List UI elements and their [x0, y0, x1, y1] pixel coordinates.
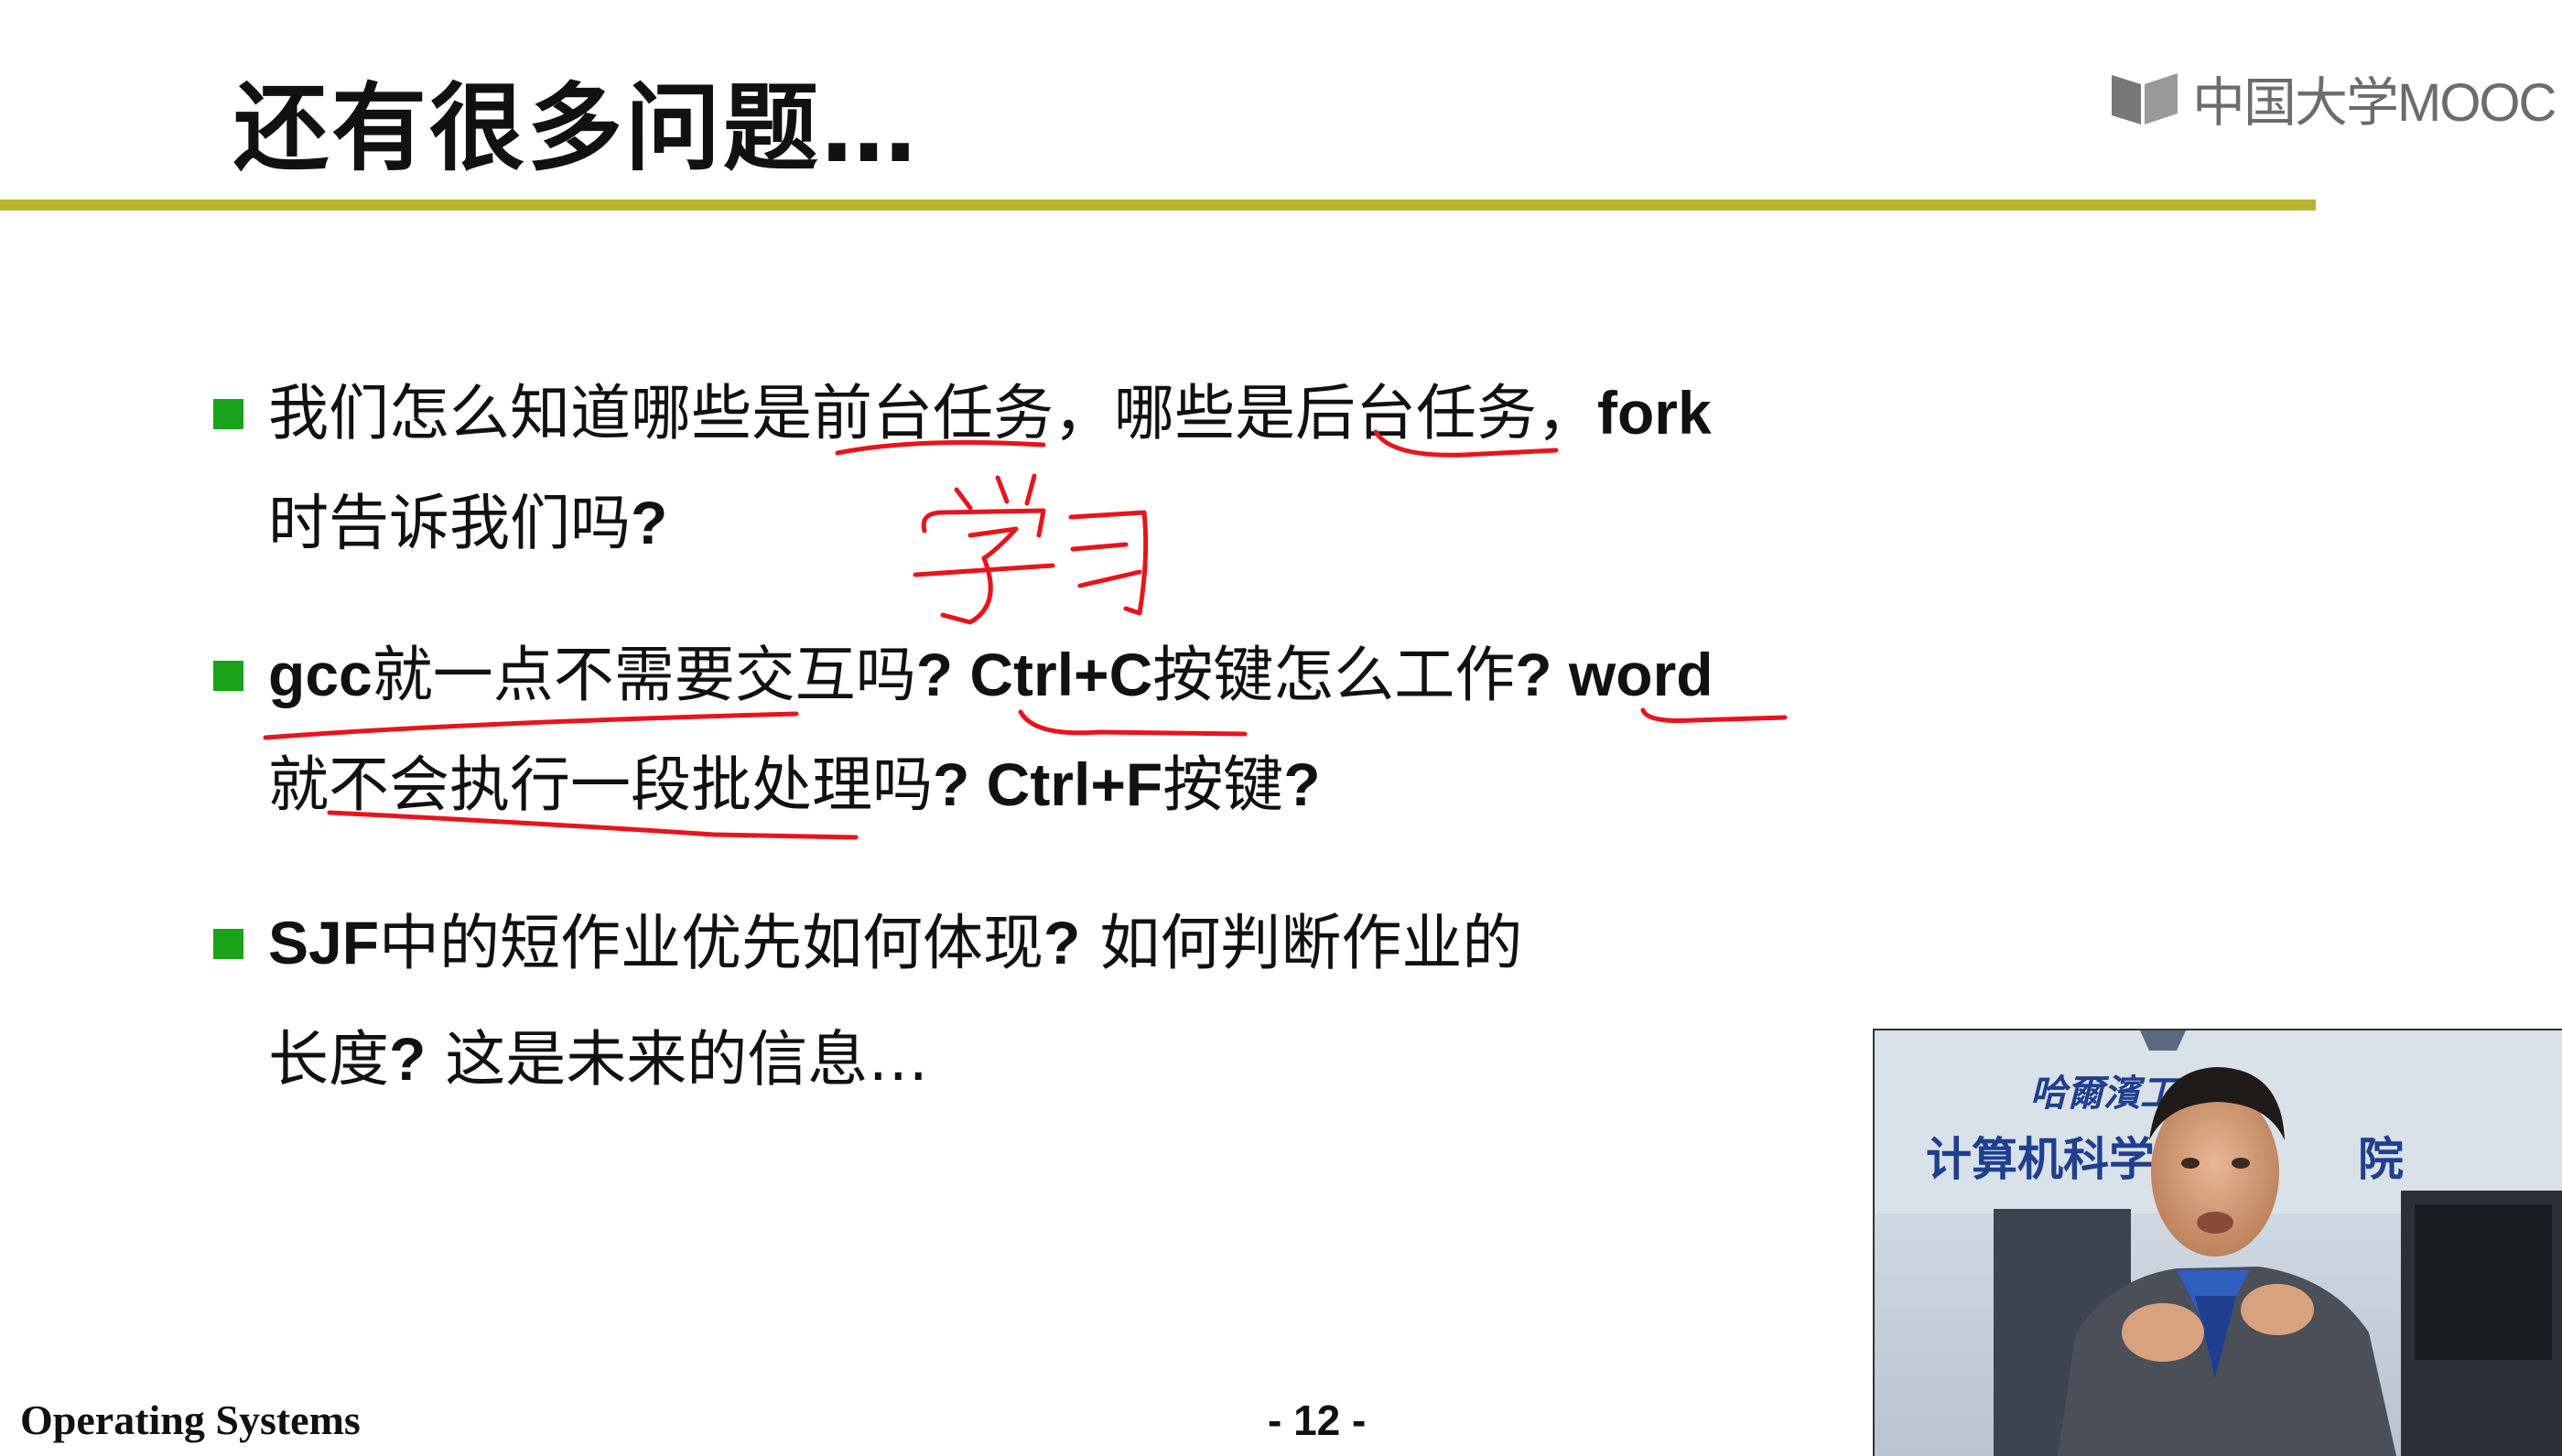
mooc-book-icon — [2112, 73, 2178, 124]
bullet-1-line-2: 时告诉我们吗? — [268, 488, 668, 558]
underline-gcc-interactive — [263, 711, 799, 740]
underline-word — [1640, 707, 1788, 723]
webcam-overlay: 哈爾濱工業大 计算机科学与技 院 — [1873, 1029, 2562, 1456]
bullet-1-line-1: 我们怎么知道哪些是前台任务，哪些是后台任务，fork — [268, 378, 1712, 448]
mooc-logo: 中国大学MOOC — [2110, 66, 2557, 133]
page-number: - 12 - — [1268, 1397, 1367, 1444]
title-divider — [0, 200, 2316, 210]
bullet-marker-2 — [213, 661, 243, 691]
underline-ctrl-c — [1018, 709, 1248, 737]
webcam-scene: 哈爾濱工業大 计算机科学与技 院 — [1875, 1030, 2562, 1456]
slide-title: 还有很多问题… — [233, 72, 920, 184]
bullet-2-line-1: gcc就一点不需要交互吗? Ctrl+C按键怎么工作? word — [268, 640, 1713, 710]
handwriting-annotation: 学习 — [1007, 577, 1025, 588]
bullet-3-line-1: SJF中的短作业优先如何体现? 如何判断作业的 — [268, 908, 1523, 978]
bullet-marker-1 — [213, 399, 243, 429]
mooc-logo-text: 中国大学MOOC — [2192, 73, 2557, 133]
bullet-3-line-2: 长度? 这是未来的信息… — [268, 1024, 929, 1095]
wall-text-department-tail: 院 — [2358, 1133, 2404, 1186]
bullet-marker-3 — [213, 929, 243, 959]
footer-course-name: Operating Systems — [20, 1397, 361, 1443]
bullet-2-line-2: 就不会执行一段批处理吗? Ctrl+F按键? — [268, 750, 1321, 820]
